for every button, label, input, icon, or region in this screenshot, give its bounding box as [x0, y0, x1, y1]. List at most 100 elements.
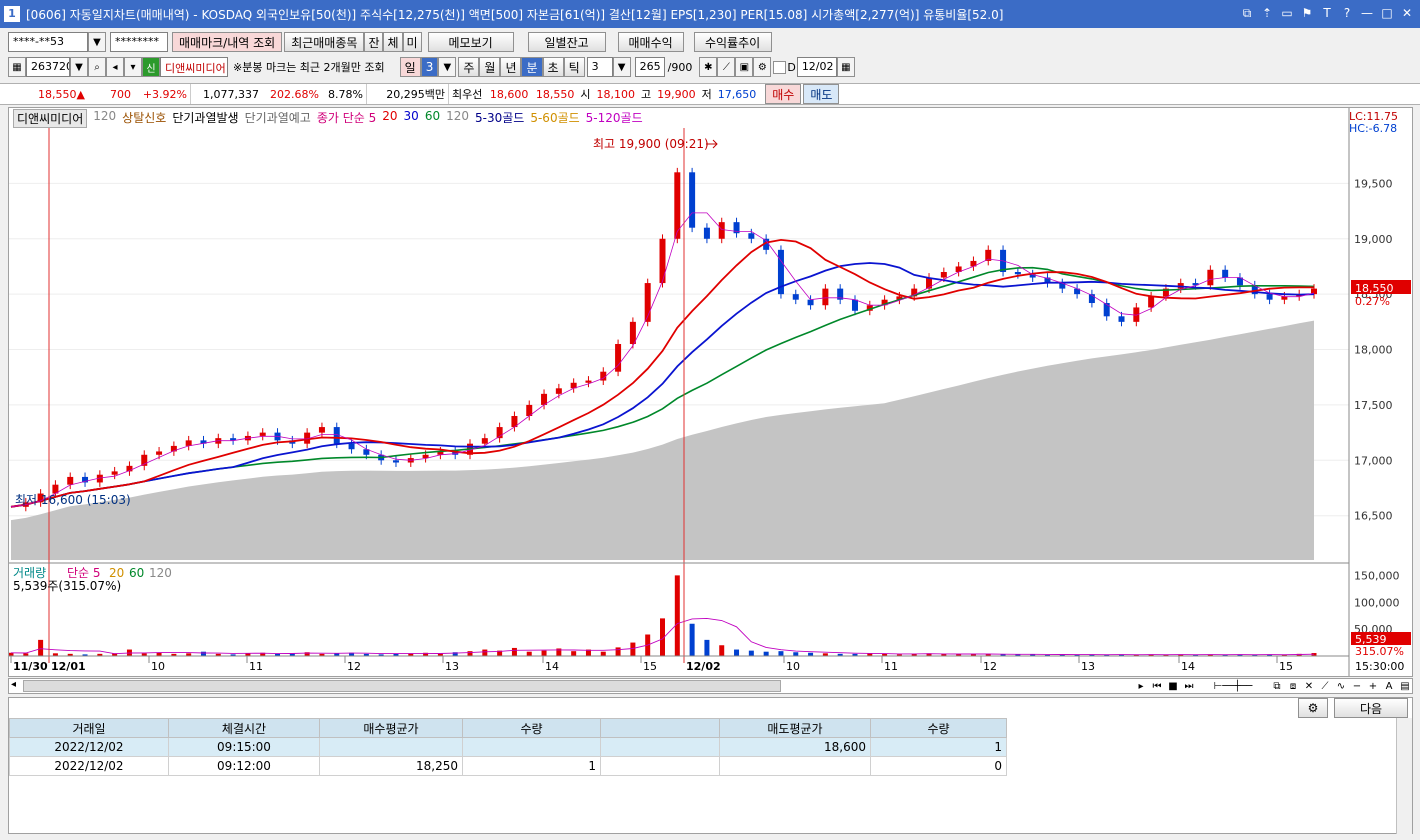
save-icon[interactable]: ▣	[735, 57, 754, 77]
balance-button[interactable]: 잔	[364, 32, 384, 52]
layers-icon[interactable]: ⧈	[1286, 679, 1300, 693]
candle	[1222, 269, 1229, 278]
volume-bar	[615, 647, 621, 656]
candle	[555, 388, 562, 394]
account-dropdown[interactable]: ▼	[88, 32, 106, 52]
font-icon[interactable]: T	[1320, 4, 1334, 22]
buy-button[interactable]: 매수	[765, 84, 802, 104]
period-year-tab[interactable]: 년	[500, 57, 522, 77]
close-icon[interactable]: ✕	[1400, 4, 1414, 22]
bookmark-icon[interactable]: ⚑	[1300, 4, 1314, 22]
cell-sell-qty: 1	[870, 737, 1007, 757]
tick-input[interactable]: 3	[586, 57, 613, 77]
cell-blank	[600, 756, 720, 776]
search-icon[interactable]: ⌕	[88, 57, 106, 77]
gear-icon[interactable]: ⚙	[753, 57, 772, 77]
indicator-icon[interactable]: ✱	[699, 57, 718, 77]
copy-icon[interactable]: ⧉	[1270, 679, 1284, 693]
layout-icon[interactable]: ▦	[8, 57, 26, 77]
price-chart[interactable]: 19,50019,00018,50018,00017,50017,00016,5…	[9, 108, 1412, 676]
candle	[481, 438, 488, 444]
period-dropdown[interactable]: ▼	[438, 57, 457, 77]
candle	[703, 227, 710, 239]
password-input[interactable]: ********	[110, 32, 168, 52]
scroll-thumb[interactable]	[23, 680, 781, 692]
yield-trend-button[interactable]: 수익률추이	[693, 32, 772, 52]
period-value[interactable]: 3	[420, 57, 439, 77]
stop-icon[interactable]: ■	[1166, 679, 1180, 693]
account-input[interactable]: ****-**53	[8, 32, 88, 52]
quote-bar: 18,550 ▲ 700 +3.92% 1,077,337 202.68% 8.7…	[0, 83, 1420, 105]
next-icon[interactable]: ▸	[1134, 679, 1148, 693]
title-bar: 1 [0606] 자동일지차트(매매내역) - KOSDAQ 외국인보유[50(…	[0, 0, 1420, 28]
pin-icon[interactable]: ⇡	[1260, 4, 1274, 22]
wave-icon[interactable]: ∿	[1334, 679, 1348, 693]
volume-bar	[541, 650, 547, 656]
vol-tick-label: 100,000	[1354, 596, 1400, 609]
help-icon[interactable]: ?	[1340, 4, 1354, 22]
speaker-dropdown[interactable]: ▾	[124, 57, 142, 77]
date-input[interactable]: 12/02	[796, 57, 837, 77]
period-month-tab[interactable]: 월	[479, 57, 501, 77]
period-day-tab[interactable]: 일	[399, 57, 421, 77]
table-row[interactable]: 2022/12/02 09:15:00 18,600 1	[9, 737, 1007, 757]
period-tick-tab[interactable]: 틱	[563, 57, 585, 77]
rewind-icon[interactable]: ⏮	[1150, 679, 1164, 693]
trade-history-panel: ⚙ 다음 거래일 체결시간 매수평균가 수량 매도평균가 수량 2022/12/…	[8, 697, 1413, 834]
cross-icon[interactable]: ✕	[1302, 679, 1316, 693]
next-button[interactable]: 다음	[1334, 698, 1408, 718]
best-ask: 18,600	[489, 87, 529, 101]
text-icon[interactable]: A	[1382, 679, 1396, 693]
volume-bar	[689, 623, 695, 656]
unfilled-button[interactable]: 미	[402, 32, 422, 52]
calendar-icon[interactable]: ▦	[836, 57, 855, 77]
date-checkbox[interactable]	[773, 60, 787, 74]
chart-scrollbar[interactable]: ◂ ▸ ⏮ ■ ⏭ ⊢──┼── ⧉ ⧈ ✕ ⟋ ∿ − + A ▤	[8, 678, 1413, 694]
speaker-icon[interactable]: ◂	[106, 57, 124, 77]
period-week-tab[interactable]: 주	[458, 57, 480, 77]
maximize-icon[interactable]: □	[1380, 4, 1394, 22]
grid-vertical-scrollbar[interactable]	[1396, 718, 1412, 834]
y-tick-label: 16,500	[1354, 510, 1393, 523]
current-price: 18,550 ▲	[38, 87, 85, 101]
recent-trades-button[interactable]: 최근매매종목	[284, 32, 365, 52]
daily-balance-button[interactable]: 일별잔고	[527, 32, 606, 52]
sell-button[interactable]: 매도	[803, 84, 840, 104]
volume-bar	[719, 645, 725, 656]
minimize-icon[interactable]: —	[1360, 4, 1374, 22]
price-change-pct: +3.92%	[142, 87, 187, 101]
count-input[interactable]: 265	[634, 57, 665, 77]
code-input[interactable]: 263720	[26, 57, 70, 77]
print-icon[interactable]: ▤	[1398, 679, 1412, 693]
zoom-in-icon[interactable]: +	[1366, 679, 1380, 693]
draw-icon[interactable]: ⟋	[717, 57, 736, 77]
cell-buy-qty: 1	[462, 756, 601, 776]
zoom-out-icon[interactable]: −	[1350, 679, 1364, 693]
period-second-tab[interactable]: 초	[542, 57, 564, 77]
x-tick-label: 11/30	[13, 660, 48, 673]
forward-icon[interactable]: ⏭	[1182, 679, 1196, 693]
grid-toolbar: ⚙ 다음	[1298, 698, 1408, 718]
chart-panel[interactable]: 디앤씨미디어 120 상탈신호 단기과열발생 단기과열예고 종가 단순 5 20…	[8, 107, 1413, 677]
memo-button[interactable]: 메모보기	[427, 32, 514, 52]
scroll-left-icon[interactable]: ◂	[11, 679, 16, 690]
x-tick-label: 11	[249, 660, 263, 673]
candle	[659, 238, 666, 284]
table-row[interactable]: 2022/12/02 09:12:00 18,250 1 0	[9, 756, 1007, 776]
executed-button[interactable]: 체	[383, 32, 403, 52]
high-label: 고	[641, 88, 652, 101]
trade-profit-button[interactable]: 매매수익	[617, 32, 684, 52]
cell-buy-price	[319, 737, 463, 757]
candle	[348, 443, 355, 450]
period-minute-tab[interactable]: 분	[521, 57, 543, 77]
grid-settings-icon[interactable]: ⚙	[1298, 698, 1328, 718]
link-icon[interactable]: ⧉	[1240, 4, 1254, 22]
line-icon[interactable]: ⟋	[1318, 679, 1332, 693]
tick-dropdown[interactable]: ▼	[612, 57, 631, 77]
zoom-slider[interactable]: ⊢──┼──	[1198, 679, 1268, 693]
col-sell-avg: 매도평균가	[719, 718, 871, 738]
code-dropdown[interactable]: ▼	[70, 57, 88, 77]
volume-bar	[630, 642, 636, 656]
restore-icon[interactable]: ▭	[1280, 4, 1294, 22]
trade-mark-button[interactable]: 매매마크/내역 조회	[172, 32, 283, 52]
